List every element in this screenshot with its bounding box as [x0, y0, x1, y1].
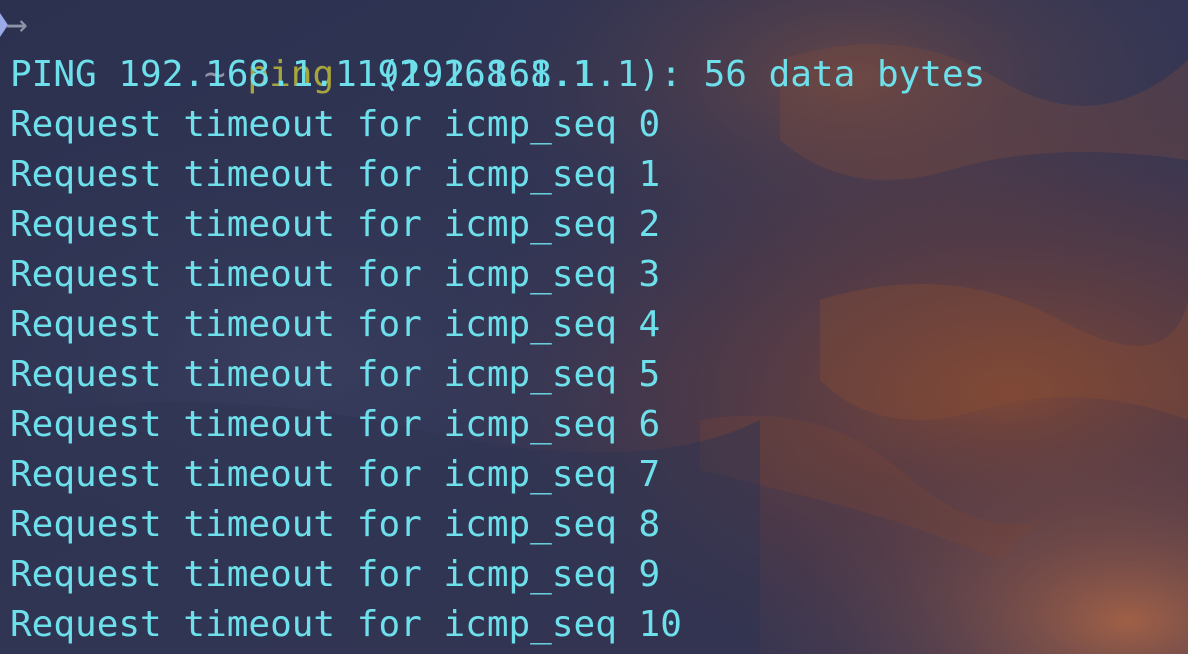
prompt-line: → ~ ping 192.168.1.1: [0, 0, 594, 95]
ping-header-line: PING 192.168.1.1 (192.168.1.1): 56 data …: [10, 54, 986, 95]
output-line: Request timeout for icmp_seq 5: [10, 354, 661, 395]
output-line: Request timeout for icmp_seq 0: [10, 104, 661, 145]
output-line: Request timeout for icmp_seq 10: [10, 604, 682, 645]
output-line: Request timeout for icmp_seq 4: [10, 304, 661, 345]
terminal-window[interactable]: → ~ ping 192.168.1.1 PING 192.168.1.1 (1…: [0, 0, 1188, 654]
output-line: Request timeout for icmp_seq 8: [10, 504, 661, 545]
output-line: Request timeout for icmp_seq 7: [10, 454, 661, 495]
output-line: Request timeout for icmp_seq 3: [10, 254, 661, 295]
arrow-right-icon: →: [6, 4, 28, 45]
output-line: Request timeout for icmp_seq 2: [10, 204, 661, 245]
output-line: Request timeout for icmp_seq 1: [10, 154, 661, 195]
output-line: Request timeout for icmp_seq 9: [10, 554, 661, 595]
output-line: Request timeout for icmp_seq 6: [10, 404, 661, 445]
